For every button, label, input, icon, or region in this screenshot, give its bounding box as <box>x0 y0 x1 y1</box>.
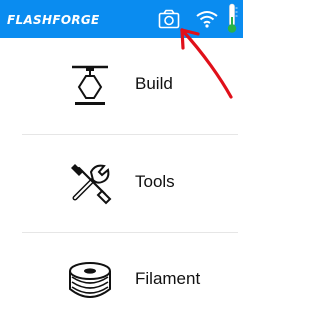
menu-item-build[interactable]: Build <box>22 38 238 132</box>
menu-item-tools[interactable]: Tools <box>22 136 238 230</box>
build-icon <box>72 65 108 105</box>
brand-logo: FLASHFORGE <box>7 13 100 27</box>
divider <box>22 134 238 135</box>
tools-icon <box>71 164 112 205</box>
menu-item-label: Build <box>135 74 173 93</box>
filament-icon <box>69 262 111 298</box>
menu-item-label: Tools <box>135 172 175 191</box>
menu-item-filament[interactable]: Filament <box>22 233 238 327</box>
menu-item-label: Filament <box>135 269 201 288</box>
